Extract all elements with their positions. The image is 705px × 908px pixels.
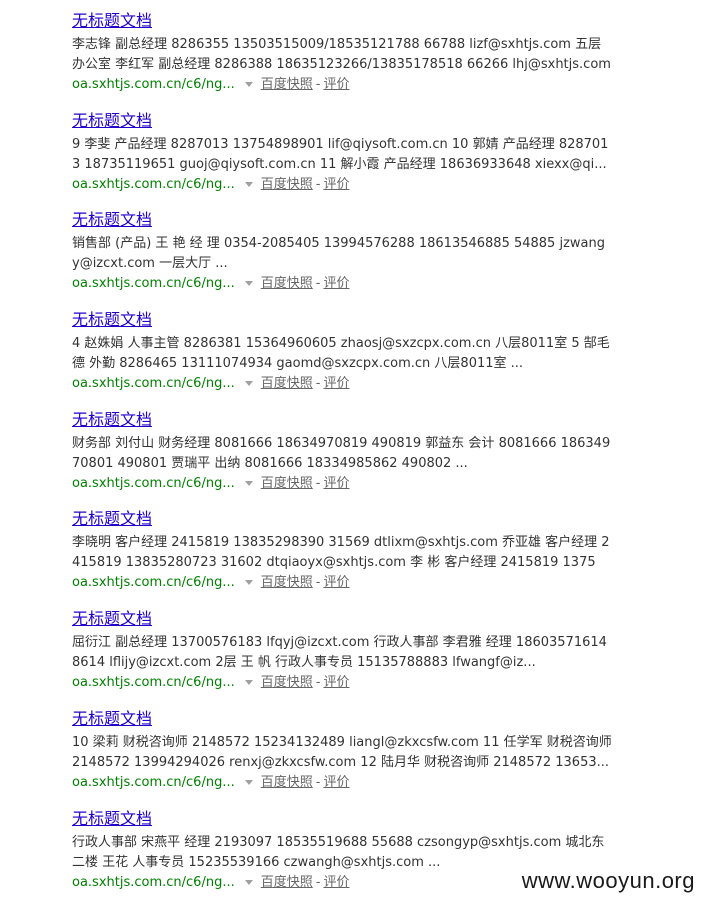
separator: -	[315, 176, 321, 192]
result-meta: oa.sxhtjs.com.cn/c6/ng... 百度快照 - 评价	[72, 773, 632, 793]
result-meta: oa.sxhtjs.com.cn/c6/ng... 百度快照 - 评价	[72, 673, 632, 693]
rate-link[interactable]: 评价	[323, 476, 349, 491]
caret-down-icon[interactable]	[244, 281, 253, 287]
cache-link[interactable]: 百度快照	[261, 177, 313, 192]
separator: -	[315, 774, 321, 790]
result-url[interactable]: oa.sxhtjs.com.cn/c6/ng...	[72, 875, 235, 890]
result-url[interactable]: oa.sxhtjs.com.cn/c6/ng...	[72, 775, 235, 790]
result-snippet: 财务部 刘付山 财务经理 8081666 18634970819 490819 …	[72, 435, 611, 471]
result-meta: oa.sxhtjs.com.cn/c6/ng... 百度快照 - 评价	[72, 573, 632, 593]
caret-down-icon[interactable]	[244, 680, 253, 686]
result-meta: oa.sxhtjs.com.cn/c6/ng... 百度快照 - 评价	[72, 474, 632, 494]
caret-down-icon[interactable]	[244, 879, 253, 885]
result-url[interactable]: oa.sxhtjs.com.cn/c6/ng...	[72, 77, 235, 92]
caret-down-icon[interactable]	[244, 381, 253, 387]
result-meta: oa.sxhtjs.com.cn/c6/ng... 百度快照 - 评价	[72, 374, 632, 394]
rate-link[interactable]: 评价	[323, 575, 349, 590]
rate-link[interactable]: 评价	[323, 675, 349, 690]
result-url[interactable]: oa.sxhtjs.com.cn/c6/ng...	[72, 177, 235, 192]
result-title-link[interactable]: 无标题文档	[72, 409, 152, 431]
result-meta: oa.sxhtjs.com.cn/c6/ng... 百度快照 - 评价	[72, 175, 632, 195]
caret-down-icon[interactable]	[244, 82, 253, 87]
result-title-link[interactable]: 无标题文档	[72, 10, 152, 32]
result-url[interactable]: oa.sxhtjs.com.cn/c6/ng...	[72, 575, 235, 590]
rate-link[interactable]: 评价	[323, 875, 349, 890]
search-results-list: 无标题文档 李志锋 副总经理 8286355 13503515009/18535…	[72, 10, 632, 907]
separator: -	[315, 77, 321, 92]
caret-down-icon[interactable]	[244, 181, 253, 187]
separator: -	[315, 874, 321, 890]
result-url[interactable]: oa.sxhtjs.com.cn/c6/ng...	[72, 376, 235, 391]
rate-link[interactable]: 评价	[323, 775, 349, 790]
result-url[interactable]: oa.sxhtjs.com.cn/c6/ng...	[72, 276, 235, 291]
rate-link[interactable]: 评价	[323, 376, 349, 391]
result-snippet: 李晓明 客户经理 2415819 13835298390 31569 dtlix…	[72, 535, 610, 571]
cache-link[interactable]: 百度快照	[261, 376, 313, 391]
result-title-link[interactable]: 无标题文档	[72, 808, 152, 830]
caret-down-icon[interactable]	[244, 480, 253, 486]
rate-link[interactable]: 评价	[323, 77, 349, 92]
cache-link[interactable]: 百度快照	[261, 775, 313, 790]
result-snippet: 9 李斐 产品经理 8287013 13754898901 lif@qiysof…	[72, 136, 609, 172]
result-item: 无标题文档 10 梁莉 财税咨询师 2148572 15234132489 li…	[72, 708, 632, 808]
result-url[interactable]: oa.sxhtjs.com.cn/c6/ng...	[72, 476, 235, 491]
result-title-link[interactable]: 无标题文档	[72, 209, 152, 231]
result-snippet: 行政人事部 宋燕平 经理 2193097 18535519688 55688 c…	[72, 834, 605, 870]
cache-link[interactable]: 百度快照	[261, 675, 313, 690]
result-url[interactable]: oa.sxhtjs.com.cn/c6/ng...	[72, 675, 235, 690]
cache-link[interactable]: 百度快照	[261, 77, 313, 92]
separator: -	[315, 675, 321, 691]
result-item: 无标题文档 屈衍江 副总经理 13700576183 lfqyj@izcxt.c…	[72, 608, 632, 708]
result-meta: oa.sxhtjs.com.cn/c6/ng... 百度快照 - 评价	[72, 274, 632, 294]
cache-link[interactable]: 百度快照	[261, 575, 313, 590]
cache-link[interactable]: 百度快照	[261, 276, 313, 291]
result-item: 无标题文档 9 李斐 产品经理 8287013 13754898901 lif@…	[72, 110, 632, 210]
result-snippet: 销售部 (产品) 王 艳 经 理 0354-2085405 1399457628…	[72, 236, 605, 272]
result-item: 无标题文档 4 赵姝娟 人事主管 8286381 15364960605 zha…	[72, 309, 632, 409]
watermark-text: www.wooyun.org	[521, 868, 695, 893]
result-snippet: 4 赵姝娟 人事主管 8286381 15364960605 zhaosj@sx…	[72, 336, 610, 372]
result-snippet: 10 梁莉 财税咨询师 2148572 15234132489 liangl@z…	[72, 734, 612, 770]
separator: -	[315, 475, 321, 491]
cache-link[interactable]: 百度快照	[261, 476, 313, 491]
rate-link[interactable]: 评价	[323, 177, 349, 192]
result-item: 无标题文档 财务部 刘付山 财务经理 8081666 18634970819 4…	[72, 409, 632, 509]
result-title-link[interactable]: 无标题文档	[72, 608, 152, 630]
cache-link[interactable]: 百度快照	[261, 875, 313, 890]
rate-link[interactable]: 评价	[323, 276, 349, 291]
result-snippet: 李志锋 副总经理 8286355 13503515009/18535121788…	[72, 37, 611, 72]
result-title-link[interactable]: 无标题文档	[72, 708, 152, 730]
caret-down-icon[interactable]	[244, 580, 253, 586]
result-item: 无标题文档 销售部 (产品) 王 艳 经 理 0354-2085405 1399…	[72, 209, 632, 309]
result-meta: oa.sxhtjs.com.cn/c6/ng... 百度快照 - 评价	[72, 75, 632, 95]
result-item: 无标题文档 李晓明 客户经理 2415819 13835298390 31569…	[72, 508, 632, 608]
separator: -	[315, 575, 321, 591]
result-title-link[interactable]: 无标题文档	[72, 309, 152, 331]
caret-down-icon[interactable]	[244, 779, 253, 785]
result-title-link[interactable]: 无标题文档	[72, 110, 152, 132]
result-title-link[interactable]: 无标题文档	[72, 508, 152, 530]
separator: -	[315, 276, 321, 292]
result-item: 无标题文档 李志锋 副总经理 8286355 13503515009/18535…	[72, 10, 632, 110]
result-snippet: 屈衍江 副总经理 13700576183 lfqyj@izcxt.com 行政人…	[72, 635, 607, 671]
separator: -	[315, 376, 321, 392]
